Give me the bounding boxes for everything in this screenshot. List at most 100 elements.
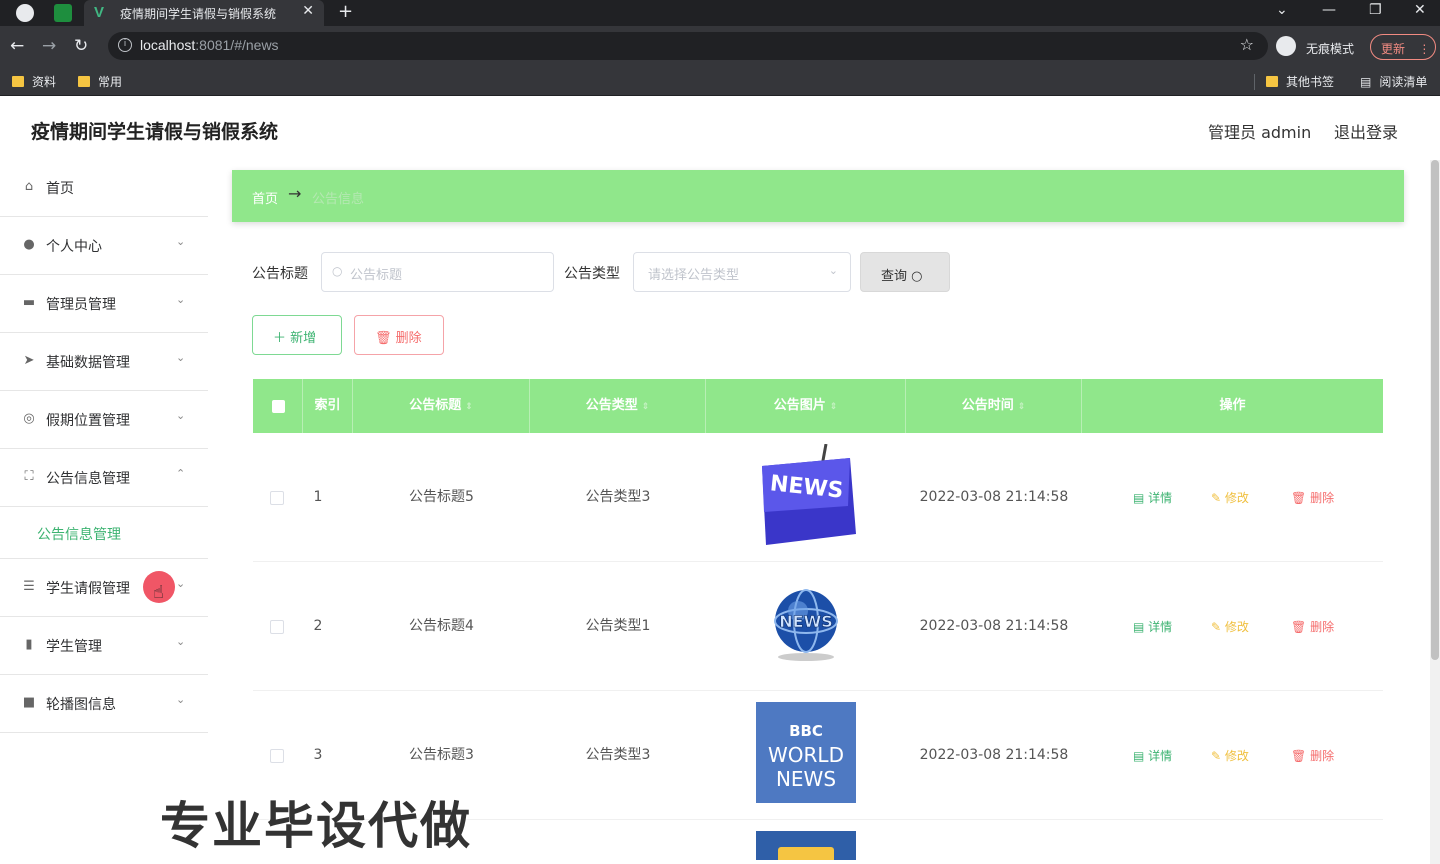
minimize-icon[interactable]: — <box>1322 2 1336 18</box>
edit-button[interactable]: ✎ 修改 <box>1211 489 1249 506</box>
url-input[interactable]: i localhost:8081/#/news ☆ <box>108 32 1268 60</box>
news-keyboard-image: NEWS <box>756 443 856 545</box>
page-scrollbar[interactable] <box>1430 160 1440 864</box>
sort-icon[interactable]: ⇕ <box>465 402 473 412</box>
forward-icon[interactable]: → <box>42 36 56 56</box>
news-text: NEWS <box>779 612 833 631</box>
sidebar-item-home[interactable]: ⌂ 首页 <box>0 159 208 217</box>
cell-index: 1 <box>313 489 323 505</box>
sort-icon[interactable]: ⇕ <box>830 402 838 412</box>
incognito-label: 无痕模式 <box>1306 42 1355 56</box>
bookmark-star-icon[interactable]: ☆ <box>1240 35 1254 54</box>
sidebar-item-label: 首页 <box>46 181 74 197</box>
row-checkbox[interactable] <box>270 491 284 505</box>
select-all-checkbox[interactable] <box>272 400 285 413</box>
sort-icon[interactable]: ⇕ <box>642 402 650 412</box>
title-search-input[interactable]: ○ 公告标题 <box>321 252 554 292</box>
sidebar-item-label: 个人中心 <box>46 239 102 255</box>
tab-title: 疫情期间学生请假与销假系统 <box>120 7 277 21</box>
search-form: 公告标题 ○ 公告标题 公告类型 请选择公告类型 ⌄ 查询 ○ <box>252 252 972 294</box>
bar-chart-icon: ▮ <box>25 637 33 652</box>
detail-button[interactable]: ▤ 详情 <box>1133 489 1172 506</box>
badge-shape <box>778 847 834 860</box>
maximize-icon[interactable]: ❐ <box>1369 2 1382 18</box>
tab-search-icon[interactable]: ⌄ <box>1276 2 1288 18</box>
type-filter-label: 公告类型 <box>564 266 620 282</box>
sidebar-item-carousel[interactable]: ■ 轮播图信息 ⌄ <box>0 675 208 733</box>
submenu-item-notice-management[interactable]: 公告信息管理 <box>0 507 208 559</box>
breadcrumb-home[interactable]: 首页 <box>252 188 278 207</box>
detail-button[interactable]: ▤ 详情 <box>1133 747 1172 764</box>
sidebar-item-admin-management[interactable]: ▬ 管理员管理 ⌄ <box>0 275 208 333</box>
close-window-icon[interactable]: ✕ <box>1414 2 1426 18</box>
bookmark-folder[interactable]: 资料 <box>12 73 56 90</box>
trash-icon: 🗑 <box>1291 620 1307 634</box>
sidebar-item-leave-management[interactable]: ☰ 学生请假管理 ⌄ <box>0 559 208 617</box>
sidebar-menu: ⌂ 首页 ● 个人中心 ⌄ ▬ 管理员管理 ⌄ ➤ 基础数据管理 ⌄ ◎ 假期位… <box>0 159 208 733</box>
cell-type: 公告类型3 <box>585 489 651 505</box>
submenu-item-label: 公告信息管理 <box>37 527 121 543</box>
sort-icon[interactable]: ⇕ <box>1018 402 1026 412</box>
trash-icon: 🗑 <box>1291 491 1307 505</box>
bbc-logo-text: BBC <box>789 722 823 740</box>
other-bookmarks[interactable]: 其他书签 <box>1266 73 1334 90</box>
address-bar: ← → ↻ i localhost:8081/#/news ☆ 无痕模式 更新 … <box>0 26 1440 66</box>
add-button[interactable]: ＋ 新增 <box>252 315 342 355</box>
back-icon[interactable]: ← <box>10 36 24 56</box>
sidebar-item-label: 假期位置管理 <box>46 413 130 429</box>
table-row: 2 公告标题4 公告类型1 NEWS 2022-03-08 21:14:58 ▤… <box>253 562 1383 691</box>
edit-icon: ✎ <box>1211 749 1222 763</box>
reload-icon[interactable]: ↻ <box>74 36 88 56</box>
browser-icon[interactable] <box>16 4 34 22</box>
sheets-icon[interactable] <box>54 4 72 22</box>
column-header-title[interactable]: 公告标题 ⇕ <box>353 379 530 433</box>
header-select-all[interactable] <box>253 379 303 433</box>
delete-button[interactable]: 🗑 删除 <box>1291 747 1334 764</box>
column-header-image[interactable]: 公告图片 ⇕ <box>706 379 906 433</box>
home-icon: ⌂ <box>24 179 34 194</box>
chevron-down-icon: ⌄ <box>176 693 186 706</box>
update-button[interactable]: 更新 ⋮ <box>1370 34 1436 60</box>
scrollbar-thumb[interactable] <box>1431 160 1439 660</box>
table-header: 索引 公告标题 ⇕ 公告类型 ⇕ 公告图片 ⇕ 公告时间 ⇕ 操作 <box>253 379 1383 433</box>
cell-time: 2022-03-08 21:14:58 <box>919 747 1069 763</box>
close-tab-icon[interactable]: ✕ <box>302 3 314 19</box>
sidebar-item-basic-data[interactable]: ➤ 基础数据管理 ⌄ <box>0 333 208 391</box>
site-info-icon[interactable]: i <box>118 38 132 52</box>
type-select-placeholder: 请选择公告类型 <box>648 268 740 283</box>
table-row: 1 公告标题5 公告类型3 NEWS 2022-03-08 21:14:58 ▤… <box>253 433 1383 562</box>
document-icon: ▤ <box>1133 749 1145 763</box>
column-header-time[interactable]: 公告时间 ⇕ <box>906 379 1082 433</box>
sidebar-item-holiday-location[interactable]: ◎ 假期位置管理 ⌄ <box>0 391 208 449</box>
plus-icon: ＋ <box>273 331 287 346</box>
chevron-down-icon: ⌄ <box>828 264 838 277</box>
video-icon: ■ <box>22 695 36 710</box>
location-icon: ◎ <box>23 411 35 426</box>
active-tab[interactable]: V 疫情期间学生请假与销假系统 ✕ <box>84 0 324 26</box>
row-checkbox[interactable] <box>270 749 284 763</box>
sidebar-item-label: 公告信息管理 <box>46 471 130 487</box>
sidebar-item-student-management[interactable]: ▮ 学生管理 ⌄ <box>0 617 208 675</box>
edit-button[interactable]: ✎ 修改 <box>1211 618 1249 635</box>
delete-button[interactable]: 🗑 删除 <box>1291 489 1334 506</box>
type-select[interactable]: 请选择公告类型 ⌄ <box>633 252 851 292</box>
sidebar-item-label: 学生请假管理 <box>46 581 130 597</box>
reading-list[interactable]: ▤ 阅读清单 <box>1360 73 1427 90</box>
title-filter-label: 公告标题 <box>252 266 308 282</box>
batch-delete-button[interactable]: 🗑 删除 <box>354 315 444 355</box>
logout-link[interactable]: 退出登录 <box>1334 119 1398 143</box>
column-header-type[interactable]: 公告类型 ⇕ <box>530 379 706 433</box>
column-header-actions: 操作 <box>1219 398 1246 413</box>
edit-button[interactable]: ✎ 修改 <box>1211 747 1249 764</box>
sidebar-item-personal-center[interactable]: ● 个人中心 ⌄ <box>0 217 208 275</box>
document-icon: ▤ <box>1133 491 1145 505</box>
detail-button[interactable]: ▤ 详情 <box>1133 618 1172 635</box>
row-checkbox[interactable] <box>270 620 284 634</box>
sidebar-item-notice-management[interactable]: ⛶ 公告信息管理 ⌃ <box>0 449 208 507</box>
sidebar-item-label: 学生管理 <box>46 639 102 655</box>
new-tab-icon[interactable]: + <box>338 1 353 22</box>
query-button[interactable]: 查询 ○ <box>860 252 950 292</box>
trash-icon: 🗑 <box>1291 749 1307 763</box>
bookmark-folder[interactable]: 常用 <box>78 73 122 90</box>
delete-button[interactable]: 🗑 删除 <box>1291 618 1334 635</box>
